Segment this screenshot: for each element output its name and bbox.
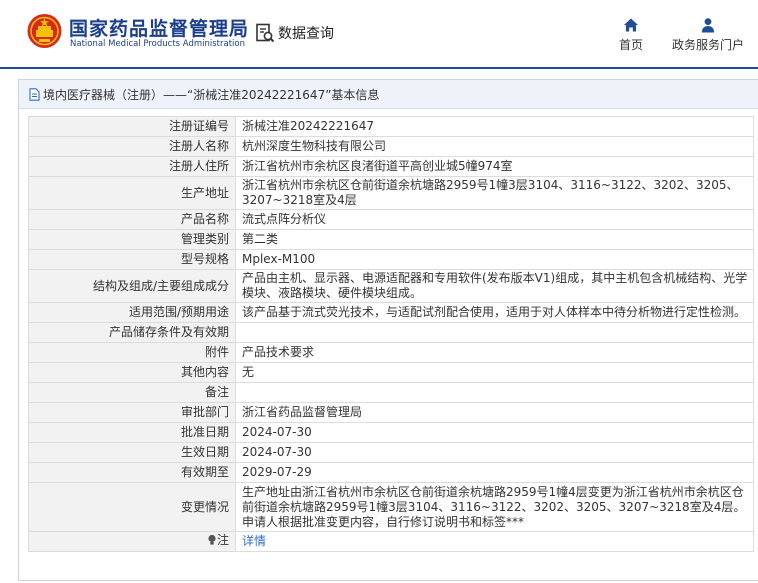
field-label: 管理类别 [28, 229, 236, 250]
field-value: 产品技术要求 [235, 342, 754, 363]
table-row: 附件 产品技术要求 [28, 342, 754, 363]
org-name-cn: 国家药品监督管理局 [69, 18, 250, 40]
field-value: 流式点阵分析仪 [235, 209, 754, 230]
org-name-en: National Medical Products Administration [70, 39, 245, 49]
table-row: 其他内容无 [28, 362, 754, 383]
note-label-cell: 注 [28, 531, 236, 552]
field-value: 无 [235, 362, 754, 383]
note-label: 注 [216, 532, 229, 547]
field-value: 该产品基于流式荧光技术，与适配试剂配合使用，适用于对人体样本中待分析物进行定性检… [235, 302, 754, 323]
field-label: 注册证编号 [28, 116, 236, 137]
home-icon [624, 18, 638, 32]
field-label: 注册人名称 [28, 136, 236, 157]
nav-gov-label: 政务服务门户 [671, 38, 744, 52]
field-value: 杭州深度生物科技有限公司 [235, 136, 754, 157]
nav-home[interactable]: 首页 [612, 17, 650, 53]
field-label: 注册人住所 [28, 156, 236, 177]
header-divider [0, 67, 758, 69]
field-value: 浙江省杭州市余杭区仓前街道余杭塘路2959号1幢3层3104、3116~3122… [235, 176, 754, 210]
table-row: 审批部门 浙江省药品监督管理局 [28, 402, 754, 423]
field-label: 生产地址 [28, 176, 236, 210]
field-label: 适用范围/预期用途 [28, 302, 236, 323]
field-label: 审批部门 [28, 402, 236, 423]
table-row: 备注 [28, 382, 754, 403]
note-row: 注 详情 [28, 531, 754, 552]
field-value [235, 322, 754, 343]
site-header: 国家药品监督管理局 National Medical Products Admi… [0, 0, 758, 68]
field-value: 第二类 [235, 229, 754, 250]
field-label: 产品名称 [28, 209, 236, 230]
user-icon [701, 18, 715, 33]
table-row: 变更情况 生产地址由浙江省杭州市余杭区仓前街道余杭塘路2959号1幢4层变更为浙江… [28, 482, 754, 532]
field-value: 浙江省杭州市余杭区良渚街道平高创业城5幢974室 [235, 156, 754, 177]
record-table: 注册证编号 浙械注准20242221647 注册人名称 杭州深度生物科技有限公司 注… [28, 116, 754, 552]
table-row: 结构及组成/主要组成成分 产品由主机、显示器、电源适配器和专用软件(发布版本V1)… [28, 269, 754, 303]
table-row: 产品名称 流式点阵分析仪 [28, 209, 754, 230]
national-emblem-icon [27, 14, 62, 48]
panel-title: 境内医疗器械（注册）——“浙械注准20242221647”基本信息 [43, 87, 380, 102]
table-row: 产品储存条件及有效期 [28, 322, 754, 343]
data-query-link[interactable]: 数据查询 [255, 22, 334, 44]
field-label: 批准日期 [28, 422, 236, 443]
field-label: 型号规格 [28, 249, 236, 270]
field-value: 浙江省药品监督管理局 [235, 402, 754, 423]
field-value: 浙械注准20242221647 [235, 116, 754, 137]
field-value: 2029-07-29 [235, 462, 754, 483]
field-value: 2024-07-30 [235, 422, 754, 443]
field-label: 变更情况 [28, 482, 236, 532]
table-row: 生效日期 2024-07-30 [28, 442, 754, 463]
field-label: 有效期至 [28, 462, 236, 483]
field-value: 2024-07-30 [235, 442, 754, 463]
field-value: 产品由主机、显示器、电源适配器和专用软件(发布版本V1)组成，其中主机包含机械结… [235, 269, 754, 303]
field-label: 结构及组成/主要组成成分 [28, 269, 236, 303]
table-row: 注册证编号 浙械注准20242221647 [28, 116, 754, 137]
table-row: 批准日期 2024-07-30 [28, 422, 754, 443]
bulb-icon [208, 535, 216, 545]
field-label: 备注 [28, 382, 236, 403]
details-link[interactable]: 详情 [242, 534, 266, 548]
field-label: 其他内容 [28, 362, 236, 383]
field-label: 附件 [28, 342, 236, 363]
nav-gov-portal[interactable]: 政务服务门户 [667, 17, 749, 53]
table-row: 注册人住所 浙江省杭州市余杭区良渚街道平高创业城5幢974室 [28, 156, 754, 177]
document-search-icon [256, 23, 275, 43]
panel-title-bar: 境内医疗器械（注册）——“浙械注准20242221647”基本信息 [19, 80, 758, 109]
data-query-label: 数据查询 [278, 26, 334, 42]
field-value: 生产地址由浙江省杭州市余杭区仓前街道余杭塘路2959号1幢4层变更为浙江省杭州市… [235, 482, 754, 532]
table-row: 管理类别 第二类 [28, 229, 754, 250]
table-row: 生产地址 浙江省杭州市余杭区仓前街道余杭塘路2959号1幢3层3104、3116~… [28, 176, 754, 210]
table-row: 有效期至 2029-07-29 [28, 462, 754, 483]
nav-home-label: 首页 [618, 38, 643, 52]
table-row: 适用范围/预期用途 该产品基于流式荧光技术，与适配试剂配合使用，适用于对人体样本中… [28, 302, 754, 323]
field-label: 生效日期 [28, 442, 236, 463]
table-row: 注册人名称 杭州深度生物科技有限公司 [28, 136, 754, 157]
record-panel: 境内医疗器械（注册）——“浙械注准20242221647”基本信息 注册证编号浙… [18, 79, 758, 581]
document-icon [29, 87, 40, 101]
field-value [235, 382, 754, 403]
field-label: 产品储存条件及有效期 [28, 322, 236, 343]
table-row: 型号规格 Mplex-M100 [28, 249, 754, 270]
field-value: Mplex-M100 [235, 249, 754, 270]
